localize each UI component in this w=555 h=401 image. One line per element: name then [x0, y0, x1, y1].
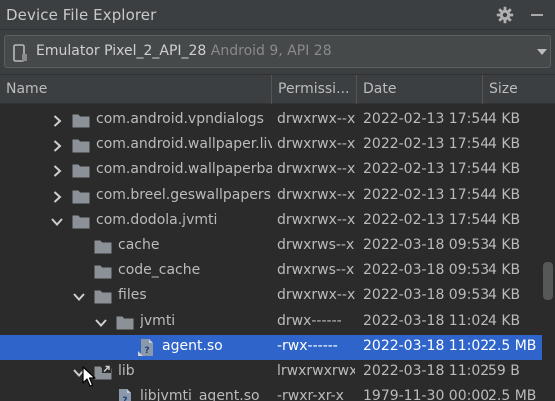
folder-icon — [116, 316, 134, 330]
size-cell: 4 KB — [488, 186, 521, 203]
column-size[interactable]: Size — [482, 75, 555, 104]
chevron-down-icon[interactable] — [537, 49, 547, 55]
file-name: files — [118, 287, 147, 304]
date-cell: 1979-11-30 00:00 — [363, 388, 490, 401]
svg-text:?: ? — [122, 396, 127, 401]
folder-icon — [72, 164, 90, 178]
size-cell: 4 KB — [488, 211, 521, 228]
file-name: agent.so — [162, 337, 223, 354]
mouse-cursor-icon — [82, 366, 96, 387]
permissions-cell: drwxrwx--x — [277, 136, 355, 153]
tree-row[interactable]: code_cache drwxrws--x 2022-03-18 09:53 4 KB — [0, 259, 542, 284]
column-header: Name Permissi... Date Size — [0, 74, 555, 104]
date-cell: 2022-03-18 11:02 — [363, 363, 490, 379]
size-cell: 4 KB — [488, 237, 521, 253]
permissions-cell: -rwx------ — [277, 337, 338, 354]
permissions-cell: drwxrwx--x — [277, 211, 355, 228]
tree-row[interactable]: com.breel.geswallpapers drwxrwx--x 2022-02… — [0, 184, 542, 209]
tree-row[interactable]: com.android.wallpaperba drwxrwx--x 2022-02… — [0, 158, 542, 183]
tree-row[interactable]: com.android.wallpaper.liv drwxrwx--x 2022-… — [0, 133, 542, 158]
folder-icon — [72, 114, 90, 128]
chevron-down-icon[interactable] — [72, 290, 86, 304]
device-label: Emulator Pixel_2_API_28 Android 9, API 2… — [36, 43, 332, 59]
date-cell: 2022-02-13 17:54 — [363, 136, 490, 153]
permissions-cell: lrwxrwxrwx — [277, 363, 355, 379]
permissions-cell: drwxrwx--x — [277, 111, 355, 127]
permissions-cell: drwxrwx--x — [277, 186, 355, 203]
gear-icon[interactable] — [496, 6, 514, 24]
date-cell: 2022-02-13 17:54 — [363, 111, 490, 127]
size-cell: 4 KB — [488, 161, 521, 178]
binary-file-icon: ? — [138, 338, 153, 356]
svg-text:?: ? — [144, 346, 149, 356]
column-permissions[interactable]: Permissi... — [271, 75, 356, 104]
date-cell: 2022-02-13 17:54 — [363, 211, 490, 228]
permissions-cell: -rwxr-xr-x — [277, 388, 344, 401]
size-cell: 4 KB — [488, 287, 521, 304]
date-cell: 2022-02-13 17:54 — [363, 161, 490, 178]
device-bar: Emulator Pixel_2_API_28 Android 9, API 2… — [0, 30, 555, 74]
size-cell: 2.5 MB — [488, 388, 537, 401]
file-name: code_cache — [118, 262, 201, 279]
date-cell: 2022-03-18 11:02 — [363, 312, 490, 329]
permissions-cell: drwxrws--x — [277, 262, 355, 279]
file-name: com.dodola.jvmti — [96, 211, 218, 228]
permissions-cell: drwxrwx--x — [277, 161, 355, 178]
size-cell: 4 KB — [488, 262, 521, 279]
size-cell: 2.5 MB — [488, 337, 537, 354]
folder-icon — [94, 265, 112, 279]
date-cell: 2022-03-18 09:53 — [363, 237, 490, 253]
chevron-right-icon[interactable] — [50, 190, 64, 204]
chevron-down-icon[interactable] — [50, 215, 64, 229]
size-cell: 59 B — [488, 363, 520, 379]
size-cell: 4 KB — [488, 136, 521, 153]
binary-file-icon: ? — [119, 389, 131, 401]
device-icon — [13, 44, 27, 62]
file-name: jvmti — [140, 312, 176, 329]
tree-row[interactable]: files drwxrwx--x 2022-03-18 09:53 4 KB — [0, 284, 542, 309]
device-selector[interactable]: Emulator Pixel_2_API_28 Android 9, API 2… — [4, 35, 551, 68]
file-name: com.android.wallpaperba — [96, 161, 272, 178]
size-cell: 4 KB — [488, 312, 521, 329]
permissions-cell: drwx------ — [277, 312, 342, 329]
file-tree: com.android.vpndialogs drwxrwx--x 2022-02-… — [0, 104, 555, 401]
tree-row[interactable]: cache drwxrws--x 2022-03-18 09:53 4 KB — [0, 234, 542, 259]
file-name: cache — [118, 237, 160, 253]
tree-row[interactable]: com.android.vpndialogs drwxrwx--x 2022-02-… — [0, 108, 542, 133]
device-name: Emulator Pixel_2_API_28 — [36, 43, 207, 59]
vertical-scrollbar[interactable] — [543, 262, 553, 300]
minimize-icon[interactable] — [531, 14, 543, 16]
file-name: com.android.wallpaper.liv — [96, 136, 272, 153]
permissions-cell: drwxrwx--x — [277, 287, 355, 304]
date-cell: 2022-03-18 09:53 — [363, 287, 490, 304]
folder-icon — [72, 215, 90, 229]
date-cell: 2022-03-18 09:53 — [363, 262, 490, 279]
panel-titlebar: Device File Explorer — [0, 0, 555, 30]
chevron-right-icon[interactable] — [50, 164, 64, 178]
file-name: com.breel.geswallpapers — [96, 186, 271, 203]
file-name: libjvmti_agent.so — [140, 388, 260, 401]
file-name: lib — [118, 363, 135, 379]
column-name[interactable]: Name — [0, 75, 271, 104]
panel-title: Device File Explorer — [6, 5, 157, 24]
folder-icon — [94, 240, 112, 254]
tree-row[interactable]: com.dodola.jvmti drwxrwx--x 2022-02-13 17:… — [0, 209, 542, 234]
date-cell: 2022-02-13 17:54 — [363, 186, 490, 203]
folder-link-icon — [94, 365, 112, 380]
column-date[interactable]: Date — [356, 75, 482, 104]
permissions-cell: drwxrws--x — [277, 237, 355, 253]
tree-row-selected[interactable]: ? agent.so -rwx------ 2022-03-18 11:02 2.5 M… — [0, 334, 542, 360]
chevron-down-icon[interactable] — [94, 316, 108, 330]
tree-row[interactable]: jvmti drwx------ 2022-03-18 11:02 4 KB — [0, 310, 542, 335]
chevron-right-icon[interactable] — [50, 139, 64, 153]
chevron-right-icon[interactable] — [50, 114, 64, 128]
folder-icon — [72, 139, 90, 153]
file-name: com.android.vpndialogs — [96, 111, 264, 127]
device-detail: Android 9, API 28 — [210, 43, 332, 59]
date-cell: 2022-03-18 11:02 — [363, 337, 490, 354]
folder-icon — [72, 190, 90, 204]
folder-icon — [94, 290, 112, 304]
size-cell: 4 KB — [488, 111, 521, 127]
